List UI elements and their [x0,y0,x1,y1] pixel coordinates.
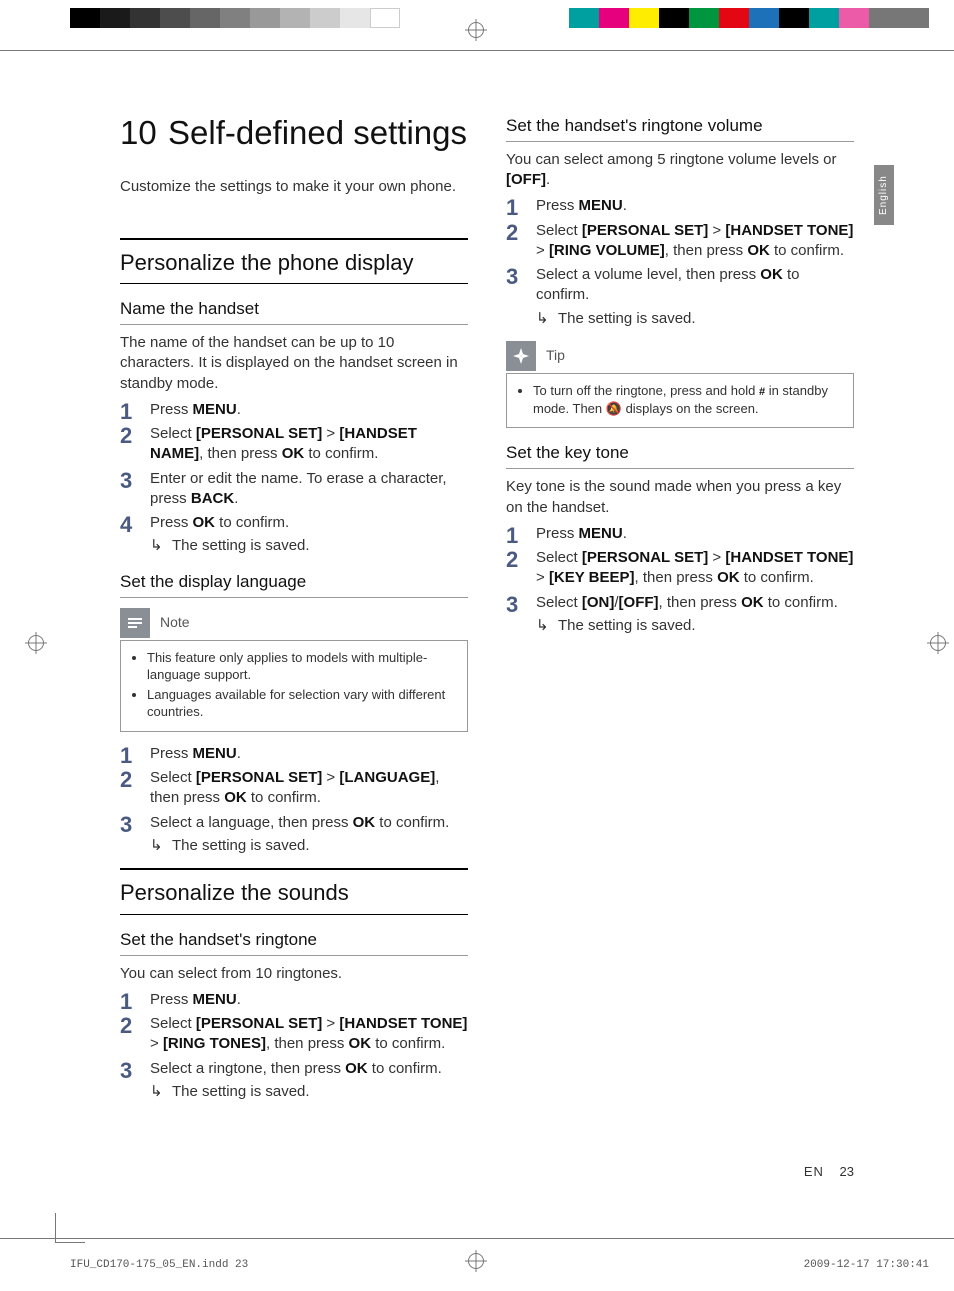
note-callout: Note This feature only applies to models… [120,608,468,732]
bottom-rule [0,1238,954,1239]
imposition-footer: IFU_CD170-175_05_EN.indd 23 2009-12-17 1… [70,1258,929,1273]
subsection-heading: Set the display language [120,571,468,598]
page-content: 10Self-defined settings Customize the se… [120,115,854,1171]
footer-lang: EN [804,1164,824,1179]
note-item: Languages available for selection vary w… [147,686,457,721]
step-item: 1Press MENU. [120,744,468,764]
top-rule [0,50,954,51]
step-item: 3Select a ringtone, then press OK to con… [120,1059,468,1103]
registration-mark-icon [930,635,946,651]
result-text: The setting is saved. [536,309,854,329]
tip-callout: Tip To turn off the ringtone, press and … [506,341,854,428]
note-item: This feature only applies to models with… [147,649,457,684]
chapter-number: 10 [120,115,168,151]
note-icon [120,608,150,638]
note-label: Note [160,613,190,632]
result-text: The setting is saved. [150,836,468,856]
result-text: The setting is saved. [150,536,468,556]
step-item: 2Select [PERSONAL SET] > [HANDSET TONE] … [506,548,854,589]
body-text: You can select among 5 ringtone volume l… [506,150,854,191]
step-item: 4Press OK to confirm. The setting is sav… [120,513,468,557]
footer-page-number: 23 [840,1164,854,1179]
step-item: 2Select [PERSONAL SET] > [HANDSET TONE] … [506,221,854,262]
body-text: You can select from 10 ringtones. [120,964,468,984]
result-text: The setting is saved. [536,616,854,636]
page-footer: EN 23 [804,1163,854,1181]
subsection-heading: Set the handset's ringtone volume [506,115,854,142]
section-heading: Personalize the phone display [120,238,468,285]
step-item: 3Select a volume level, then press OK to… [506,265,854,329]
color-swatches [569,8,929,28]
step-item: 3Enter or edit the name. To erase a char… [120,469,468,510]
step-item: 2Select [PERSONAL SET] > [HANDSET TONE] … [120,1014,468,1055]
step-item: 1Press MENU. [506,196,854,216]
step-item: 2Select [PERSONAL SET] > [LANGUAGE], the… [120,768,468,809]
tip-item: To turn off the ringtone, press and hold… [533,382,843,417]
chapter-heading: 10Self-defined settings [120,115,468,151]
tip-label: Tip [546,346,565,365]
step-item: 1Press MENU. [120,990,468,1010]
grayscale-swatches [70,8,400,28]
indd-filename: IFU_CD170-175_05_EN.indd 23 [70,1258,248,1273]
body-text: The name of the handset can be up to 10 … [120,333,468,394]
subsection-heading: Name the handset [120,298,468,325]
step-list: 1Press MENU. 2Select [PERSONAL SET] > [L… [120,744,468,856]
step-list: 1Press MENU. 2Select [PERSONAL SET] > [H… [506,524,854,636]
step-item: 1Press MENU. [506,524,854,544]
step-item: 1Press MENU. [120,400,468,420]
subsection-heading: Set the handset's ringtone [120,929,468,956]
mute-icon: 🔕 [606,401,622,416]
step-list: 1Press MENU. 2Select [PERSONAL SET] > [H… [120,400,468,557]
step-item: 3Select [ON]/[OFF], then press OK to con… [506,593,854,637]
body-text: Key tone is the sound made when you pres… [506,477,854,518]
section-heading: Personalize the sounds [120,868,468,915]
result-text: The setting is saved. [150,1082,468,1102]
tip-icon [506,341,536,371]
subsection-heading: Set the key tone [506,442,854,469]
step-item: 3Select a language, then press OK to con… [120,813,468,857]
chapter-intro: Customize the settings to make it your o… [120,177,468,197]
chapter-title: Self-defined settings [168,114,467,151]
language-tab: English [874,165,894,225]
step-list: 1Press MENU. 2Select [PERSONAL SET] > [H… [506,196,854,329]
step-item: 2Select [PERSONAL SET] > [HANDSET NAME],… [120,424,468,465]
step-list: 1Press MENU. 2Select [PERSONAL SET] > [H… [120,990,468,1102]
registration-mark-icon [468,22,484,38]
registration-mark-icon [28,635,44,651]
indd-timestamp: 2009-12-17 17:30:41 [804,1258,929,1273]
